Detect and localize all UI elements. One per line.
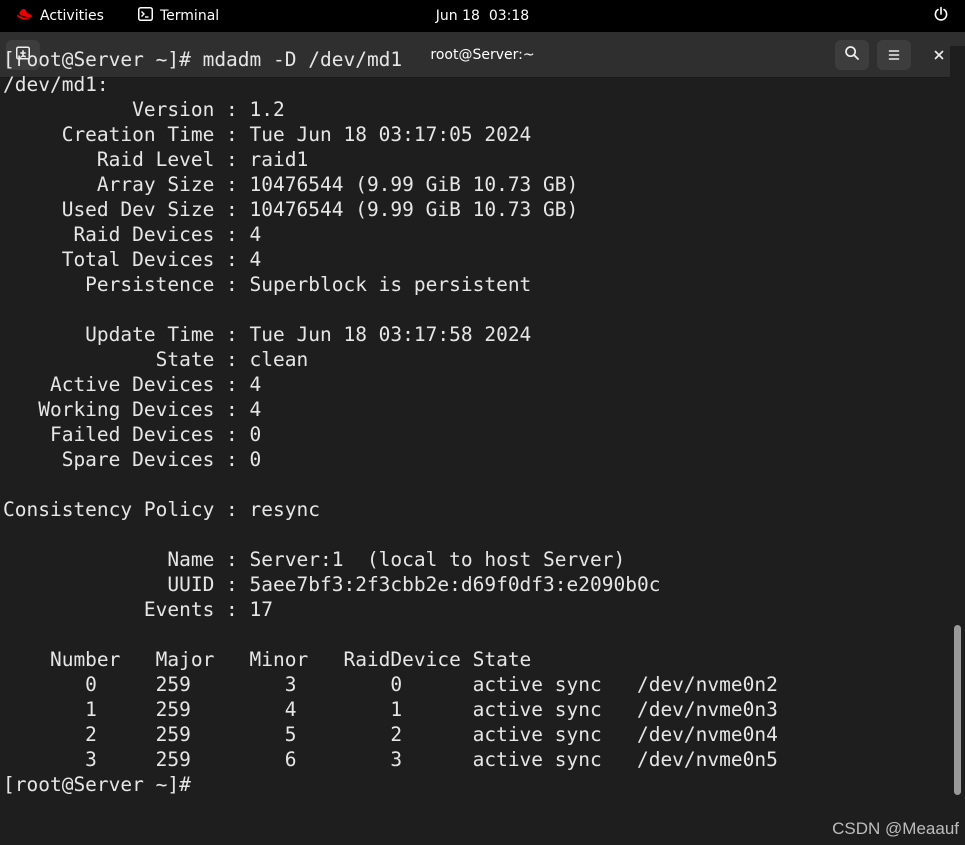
- terminal-line: Failed Devices : 0: [3, 423, 262, 446]
- terminal-scrollbar-thumb[interactable]: [954, 625, 961, 795]
- terminal-line: State : clean: [3, 348, 309, 371]
- terminal-line: Update Time : Tue Jun 18 03:17:58 2024: [3, 323, 532, 346]
- app-menu-terminal[interactable]: Terminal: [138, 0, 219, 32]
- terminal-line: Array Size : 10476544 (9.99 GiB 10.73 GB…: [3, 173, 579, 196]
- terminal-line: Raid Devices : 4: [3, 223, 262, 246]
- terminal-line: /dev/md1:: [3, 73, 109, 96]
- terminal-line: 0 259 3 0 active sync /dev/nvme0n2: [3, 673, 778, 696]
- terminal-text: [root@Server ~]# mdadm -D /dev/md1/dev/m…: [0, 46, 950, 796]
- terminal-line: Raid Level : raid1: [3, 148, 309, 171]
- redhat-logo-icon: [16, 7, 33, 25]
- terminal-line: Persistence : Superblock is persistent: [3, 273, 532, 296]
- terminal-line: Events : 17: [3, 598, 274, 621]
- terminal-line: 1 259 4 1 active sync /dev/nvme0n3: [3, 698, 778, 721]
- app-menu-label: Terminal: [160, 8, 220, 24]
- terminal-line: Version : 1.2: [3, 98, 285, 121]
- terminal-output-area[interactable]: [root@Server ~]# mdadm -D /dev/md1/dev/m…: [0, 46, 950, 813]
- terminal-line: Active Devices : 4: [3, 373, 262, 396]
- terminal-line: 3 259 6 3 active sync /dev/nvme0n5: [3, 748, 778, 771]
- system-menu-button[interactable]: [933, 0, 949, 32]
- gnome-top-bar: Activities Terminal Jun 18 03:18: [0, 0, 965, 32]
- terminal-line: Number Major Minor RaidDevice State: [3, 648, 532, 671]
- terminal-line: Working Devices : 4: [3, 398, 262, 421]
- activities-button[interactable]: Activities: [16, 0, 104, 32]
- activities-label: Activities: [40, 8, 104, 24]
- terminal-line: Spare Devices : 0: [3, 448, 262, 471]
- terminal-line: [root@Server ~]# mdadm -D /dev/md1: [3, 48, 403, 71]
- terminal-line: 2 259 5 2 active sync /dev/nvme0n4: [3, 723, 778, 746]
- terminal-prompt-line: [root@Server ~]#: [3, 773, 203, 796]
- terminal-line: UUID : 5aee7bf3:2f3cbb2e:d69f0df3:e2090b…: [3, 573, 661, 596]
- watermark-text: CSDN @Meaauf: [832, 819, 959, 838]
- terminal-line: Consistency Policy : resync: [3, 498, 320, 521]
- terminal-line: Used Dev Size : 10476544 (9.99 GiB 10.73…: [3, 198, 579, 221]
- terminal-line: Name : Server:1 (local to host Server): [3, 548, 626, 571]
- power-icon: [933, 6, 949, 26]
- terminal-line: Total Devices : 4: [3, 248, 262, 271]
- terminal-line: Creation Time : Tue Jun 18 03:17:05 2024: [3, 123, 532, 146]
- terminal-icon: [138, 7, 153, 25]
- clock-date-time[interactable]: Jun 18 03:18: [436, 8, 529, 24]
